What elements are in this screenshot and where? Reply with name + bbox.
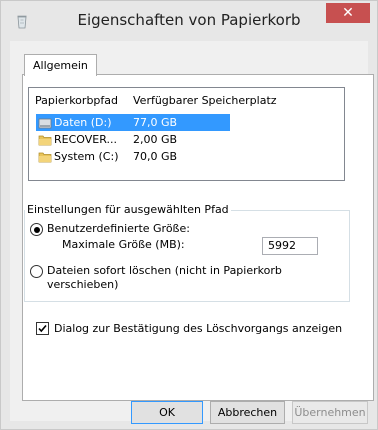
row-name: System (C:) — [54, 150, 119, 163]
delete-immediately-radio[interactable] — [30, 265, 43, 278]
custom-size-radio[interactable] — [30, 223, 43, 236]
delete-immediately-label[interactable]: Dateien sofort löschen (nicht in Papierk… — [47, 264, 282, 277]
confirm-delete-label[interactable]: Dialog zur Bestätigung des Löschvorgangs… — [54, 322, 342, 335]
window-frame-left — [1, 41, 10, 429]
settings-group-legend: Einstellungen für ausgewählten Pfad — [25, 203, 231, 216]
max-size-input[interactable]: 5992 — [262, 237, 318, 255]
confirm-delete-checkbox[interactable] — [36, 322, 49, 335]
drive-icon — [38, 118, 52, 129]
list-header: Papierkorbpfad Verfügbarer Speicherplatz — [29, 88, 344, 112]
close-icon: ✕ — [342, 5, 354, 21]
list-item[interactable]: Daten (D:) 77,0 GB — [29, 114, 344, 131]
row-name-cell: RECOVER... — [36, 131, 130, 148]
row-name-cell: Daten (D:) — [36, 114, 130, 131]
title-bar[interactable]: Eigenschaften von Papierkorb ✕ — [1, 1, 377, 41]
close-button[interactable]: ✕ — [326, 3, 370, 23]
row-name: Daten (D:) — [54, 116, 112, 129]
drive-icon — [38, 152, 52, 163]
tab-allgemein[interactable]: Allgemein — [24, 54, 97, 76]
row-name-cell: System (C:) — [36, 148, 130, 165]
list-item[interactable]: System (C:) 70,0 GB — [29, 148, 344, 165]
column-header-space[interactable]: Verfügbarer Speicherplatz — [133, 94, 277, 107]
row-size: 70,0 GB — [133, 150, 178, 163]
recycle-bin-locations-list[interactable]: Papierkorbpfad Verfügbarer Speicherplatz… — [28, 87, 345, 181]
row-size: 2,00 GB — [133, 133, 178, 146]
custom-size-label[interactable]: Benutzerdefinierte Größe: — [47, 222, 190, 235]
custom-size-label-text: Benutzerdefinierte Größe: — [47, 222, 190, 235]
delete-immediately-label-line2[interactable]: verschieben) — [47, 278, 118, 291]
drive-icon — [38, 135, 52, 146]
row-size: 77,0 GB — [130, 114, 230, 131]
ok-button[interactable]: OK — [131, 401, 203, 424]
apply-button[interactable]: Übernehmen — [292, 401, 368, 424]
max-size-label: Maximale Größe (MB): — [62, 238, 185, 251]
column-header-path[interactable]: Papierkorbpfad — [35, 94, 118, 107]
list-item[interactable]: RECOVER... 2,00 GB — [29, 131, 344, 148]
row-name: RECOVER... — [54, 133, 117, 146]
window-title: Eigenschaften von Papierkorb — [77, 11, 301, 29]
checkmark-icon — [38, 324, 47, 333]
cancel-button[interactable]: Abbrechen — [210, 401, 285, 424]
